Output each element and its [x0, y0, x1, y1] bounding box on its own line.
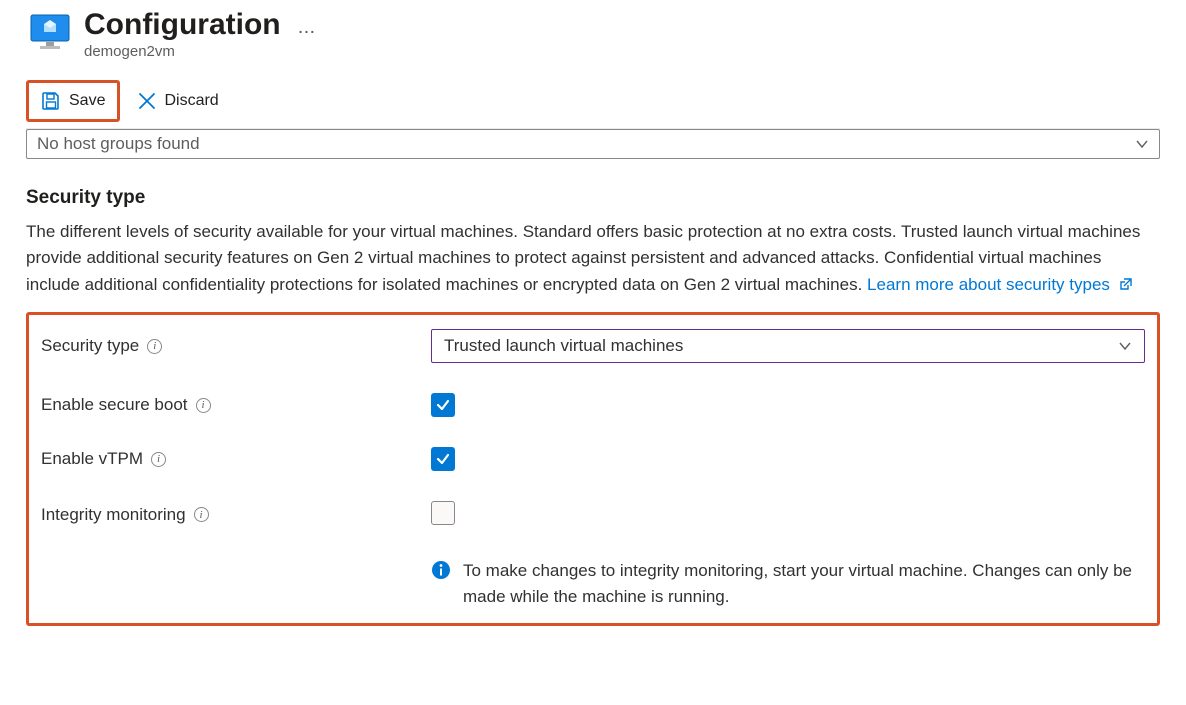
- check-icon: [435, 451, 451, 467]
- security-type-select[interactable]: Trusted launch virtual machines: [431, 329, 1145, 363]
- secure-boot-label-text: Enable secure boot: [41, 395, 188, 415]
- more-menu-icon[interactable]: ...: [299, 13, 317, 36]
- security-type-value: Trusted launch virtual machines: [444, 336, 683, 356]
- chevron-down-icon: [1135, 137, 1149, 151]
- save-button[interactable]: Save: [31, 85, 115, 117]
- page-header: Configuration ... demogen2vm: [26, 0, 1160, 60]
- secure-boot-checkbox[interactable]: [431, 393, 455, 417]
- external-link-icon: [1119, 277, 1133, 291]
- page-title: Configuration ...: [84, 8, 316, 41]
- info-icon[interactable]: i: [151, 452, 166, 467]
- vtpm-label-text: Enable vTPM: [41, 449, 143, 469]
- security-type-label-text: Security type: [41, 336, 139, 356]
- info-filled-icon: [431, 560, 451, 580]
- info-icon[interactable]: i: [147, 339, 162, 354]
- integrity-label-text: Integrity monitoring: [41, 505, 186, 525]
- security-type-description: The different levels of security availab…: [26, 219, 1146, 298]
- vtpm-label: Enable vTPM i: [41, 449, 431, 469]
- discard-button[interactable]: Discard: [128, 86, 228, 116]
- save-button-label: Save: [69, 92, 105, 110]
- check-icon: [435, 397, 451, 413]
- integrity-monitoring-checkbox[interactable]: [431, 501, 455, 525]
- host-group-select[interactable]: No host groups found: [26, 129, 1160, 159]
- security-settings-panel: Security type i Trusted launch virtual m…: [26, 312, 1160, 626]
- resource-subtitle: demogen2vm: [84, 43, 316, 60]
- integrity-note: To make changes to integrity monitoring,…: [41, 558, 1145, 609]
- chevron-down-icon: [1118, 339, 1132, 353]
- integrity-monitoring-label: Integrity monitoring i: [41, 505, 431, 525]
- security-type-heading: Security type: [26, 187, 1160, 209]
- integrity-note-text: To make changes to integrity monitoring,…: [463, 558, 1145, 609]
- page-title-text: Configuration: [84, 8, 281, 41]
- vm-icon: [26, 8, 74, 52]
- security-type-label: Security type i: [41, 336, 431, 356]
- vtpm-checkbox[interactable]: [431, 447, 455, 471]
- info-icon[interactable]: i: [194, 507, 209, 522]
- host-group-value: No host groups found: [37, 134, 200, 154]
- discard-button-label: Discard: [164, 92, 218, 110]
- close-icon: [138, 92, 156, 110]
- save-icon: [41, 91, 61, 111]
- secure-boot-label: Enable secure boot i: [41, 395, 431, 415]
- learn-more-link[interactable]: Learn more about security types: [867, 275, 1133, 294]
- command-bar: Save Discard: [26, 80, 1160, 129]
- learn-more-text: Learn more about security types: [867, 275, 1110, 294]
- info-icon[interactable]: i: [196, 398, 211, 413]
